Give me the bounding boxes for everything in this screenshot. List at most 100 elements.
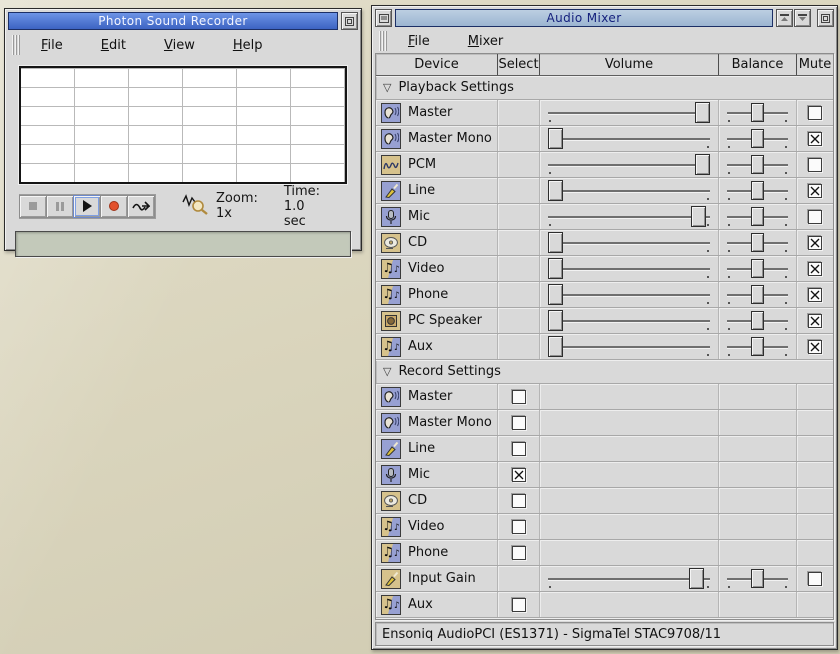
slider-track[interactable] [548,242,710,244]
volume-slider[interactable] [544,231,714,255]
menu-item-file[interactable]: File [398,32,440,51]
recorder-titlebar[interactable]: Photon Sound Recorder [8,12,358,30]
slider-handle[interactable] [548,336,563,357]
slider-handle[interactable] [751,569,764,588]
section-header[interactable]: ▽Playback Settings [376,76,833,100]
slider-handle[interactable] [691,206,706,227]
slider-handle[interactable] [751,337,764,356]
menu-item-file[interactable]: File [31,36,73,55]
slider-handle[interactable] [548,258,563,279]
volume-slider[interactable] [544,335,714,359]
menubar-grip[interactable] [12,35,21,55]
waveform-display[interactable] [19,66,347,184]
menu-item-mixer[interactable]: Mixer [458,32,513,51]
volume-slider[interactable] [544,283,714,307]
balance-slider[interactable] [723,335,792,359]
balance-slider[interactable] [723,283,792,307]
select-checkbox[interactable] [512,598,526,612]
window-menu-button[interactable] [375,9,392,27]
volume-slider[interactable] [544,179,714,203]
volume-slider[interactable] [544,257,714,281]
menu-item-view[interactable]: View [154,36,205,55]
slider-handle[interactable] [751,207,764,226]
balance-slider[interactable] [723,153,792,177]
mute-checkbox[interactable] [808,572,822,586]
slider-track[interactable] [548,138,710,140]
slider-handle[interactable] [751,129,764,148]
select-checkbox[interactable] [512,520,526,534]
record-button[interactable] [100,195,128,218]
mute-checkbox[interactable] [808,236,822,250]
collapse-button[interactable] [776,9,793,27]
balance-slider[interactable] [723,127,792,151]
slider-track[interactable] [548,112,710,114]
slider-handle[interactable] [548,310,563,331]
volume-slider[interactable] [544,309,714,333]
mixer-titlebar[interactable]: Audio Mixer [375,9,834,27]
balance-slider[interactable] [723,257,792,281]
balance-slider[interactable] [723,179,792,203]
balance-slider[interactable] [723,205,792,229]
select-checkbox[interactable] [512,390,526,404]
slider-track[interactable] [548,190,710,192]
select-checkbox[interactable] [512,416,526,430]
section-header[interactable]: ▽Record Settings [376,360,833,384]
section-collapse-icon[interactable]: ▽ [383,366,391,377]
play-button[interactable] [73,195,101,218]
select-checkbox[interactable] [512,442,526,456]
slider-track[interactable] [548,164,710,166]
menu-item-edit[interactable]: Edit [91,36,136,55]
mute-checkbox[interactable] [808,340,822,354]
slider-handle[interactable] [548,284,563,305]
slider-handle[interactable] [548,180,563,201]
select-checkbox[interactable] [512,546,526,560]
volume-slider[interactable] [544,153,714,177]
slider-handle[interactable] [548,232,563,253]
slider-track[interactable] [548,268,710,270]
slider-handle[interactable] [695,102,710,123]
volume-slider[interactable] [544,127,714,151]
slider-handle[interactable] [751,233,764,252]
loop-button[interactable] [127,195,155,218]
section-collapse-icon[interactable]: ▽ [383,82,391,93]
volume-slider[interactable] [544,101,714,125]
volume-slider[interactable] [544,205,714,229]
select-checkbox[interactable] [512,468,526,482]
mute-checkbox[interactable] [808,106,822,120]
slider-track[interactable] [548,578,710,580]
slider-handle[interactable] [751,155,764,174]
mute-checkbox[interactable] [808,132,822,146]
stop-button[interactable] [19,195,47,218]
balance-slider[interactable] [723,567,792,591]
slider-handle[interactable] [751,103,764,122]
mute-checkbox[interactable] [808,288,822,302]
menubar-grip[interactable] [379,31,388,51]
mute-checkbox[interactable] [808,184,822,198]
volume-slider[interactable] [544,567,714,591]
mute-checkbox[interactable] [808,210,822,224]
pause-button[interactable] [46,195,74,218]
slider-handle[interactable] [751,181,764,200]
slider-handle[interactable] [548,128,563,149]
slider-handle[interactable] [751,259,764,278]
expand-button[interactable] [794,9,811,27]
slider-handle[interactable] [751,311,764,330]
mute-checkbox[interactable] [808,262,822,276]
slider-handle[interactable] [695,154,710,175]
select-checkbox[interactable] [512,494,526,508]
maximize-button[interactable] [817,9,834,27]
device-cell: Line [376,436,498,461]
balance-slider[interactable] [723,101,792,125]
balance-slider[interactable] [723,309,792,333]
slider-track[interactable] [548,294,710,296]
restore-button[interactable] [341,12,358,30]
slider-track[interactable] [548,320,710,322]
menu-item-help[interactable]: Help [223,36,273,55]
mute-checkbox[interactable] [808,314,822,328]
mute-checkbox[interactable] [808,158,822,172]
slider-handle[interactable] [751,285,764,304]
slider-handle[interactable] [689,568,704,589]
balance-slider[interactable] [723,231,792,255]
slider-track[interactable] [548,346,710,348]
slider-track[interactable] [548,216,710,218]
